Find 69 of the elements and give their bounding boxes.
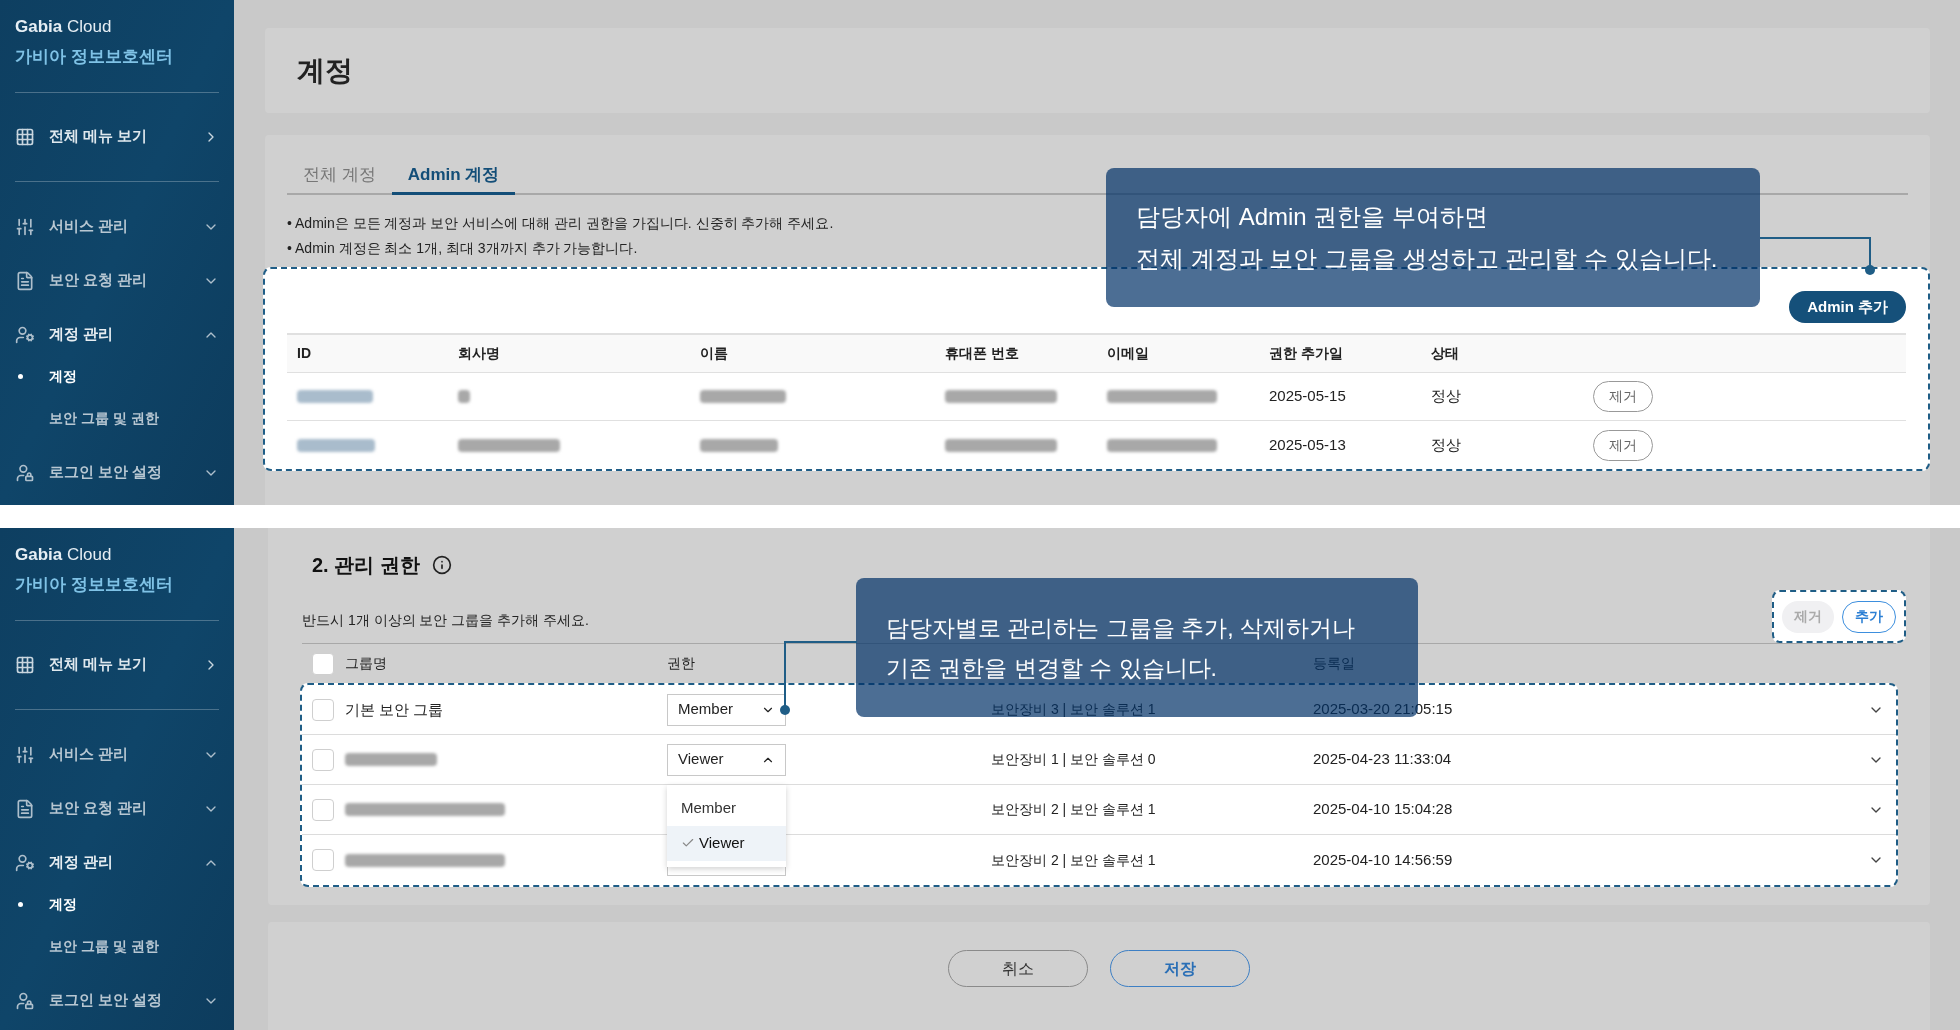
add-button[interactable]: 추가 — [1842, 600, 1896, 633]
callout-text: 담당자에 Admin 권한을 부여하면 — [1136, 201, 1489, 232]
role-select[interactable]: Member — [667, 693, 786, 726]
callout-text: 전체 계정과 보안 그룹을 생성하고 관리할 수 있습니다. — [1136, 243, 1718, 274]
column-header: 상태 — [1430, 344, 1460, 363]
sidebar-submenu-item[interactable]: 보안 그룹 및 권한 — [15, 397, 219, 440]
column-header: 회사명 — [457, 344, 501, 363]
table-cell-text: 2025-04-10 14:56:59 — [1313, 849, 1453, 870]
table-cell-text: 2025-05-13 — [1268, 434, 1347, 455]
role-select[interactable]: Viewer — [667, 743, 786, 776]
sliders-icon — [15, 744, 35, 765]
sliders-icon — [15, 216, 35, 237]
table-cell-text: 2025-04-23 11:33:04 — [1313, 749, 1452, 770]
table-cell-text: 보안장비 3 | 보안 솔루션 1 — [991, 700, 1156, 719]
checkbox[interactable] — [312, 849, 334, 871]
sidebar-menu-item[interactable]: 로그인 보안 설정 — [15, 445, 219, 500]
dropdown-option[interactable]: Viewer — [667, 825, 786, 861]
callout-text: 담당자별로 관리하는 그룹을 추가, 삭제하거나 — [886, 613, 1355, 643]
column-header: 그룹명 — [345, 654, 387, 673]
hint-text: 반드시 1개 이상의 보안 그룹을 추가해 주세요. — [302, 611, 589, 630]
sidebar-menu-item[interactable]: 서비스 관리 — [15, 727, 219, 782]
user-gear-icon — [15, 852, 35, 873]
table-cell-text: 보안장비 2 | 보안 솔루션 1 — [991, 800, 1156, 819]
user-gear-icon — [15, 324, 35, 345]
user-lock-icon — [15, 462, 35, 483]
document-icon — [15, 798, 35, 819]
info-icon[interactable] — [431, 555, 452, 575]
column-header: 휴대폰 번호 — [944, 344, 1020, 363]
brand-logo: Gabia Cloud — [15, 16, 112, 38]
column-header: 이메일 — [1106, 344, 1150, 363]
callout-text: 기존 권한을 변경할 수 있습니다. — [886, 653, 1217, 683]
checkbox[interactable] — [312, 698, 334, 721]
checkbox[interactable] — [312, 798, 334, 821]
checkbox[interactable] — [312, 748, 334, 771]
admin-add-button[interactable]: Admin 추가 — [1789, 291, 1906, 323]
document-icon — [15, 270, 35, 291]
table-cell-text: 보안장비 1 | 보안 솔루션 0 — [991, 750, 1156, 769]
sidebar-menu-item[interactable]: 로그인 보안 설정 — [15, 973, 219, 1028]
table-cell-text: 정상 — [1430, 386, 1462, 407]
sidebar-menu-item[interactable]: 보안 요청 관리 — [15, 781, 219, 836]
site-title: 가비아 정보보호센터 — [15, 46, 173, 68]
column-header: 권한 추가일 — [1268, 344, 1344, 363]
table-cell-text: 2025-04-10 15:04:28 — [1313, 799, 1453, 820]
table-cell-text: 보안장비 2 | 보안 솔루션 1 — [991, 850, 1156, 870]
column-header: 이름 — [699, 344, 729, 363]
dropdown-option[interactable]: Member — [667, 790, 786, 826]
table-cell-text: 2025-05-15 — [1268, 386, 1347, 407]
note-text: • Admin 계정은 최소 1개, 최대 3개까지 추가 가능합니다. — [287, 239, 638, 258]
page-title: 계정 — [297, 53, 353, 88]
table-cell: 기본 보안 그룹 — [345, 700, 444, 718]
grid-icon — [15, 654, 35, 675]
table-cell-text: 정상 — [1430, 434, 1462, 455]
checkbox[interactable] — [312, 652, 334, 675]
section-title: 2. 관리 권한 — [312, 553, 420, 578]
column-header: 권한 — [667, 654, 695, 673]
sidebar-menu-item[interactable]: 보안 요청 관리 — [15, 253, 219, 308]
all-menu-link[interactable]: 전체 메뉴 보기 — [15, 620, 219, 709]
site-title: 가비아 정보보호센터 — [15, 574, 173, 596]
brand-logo: Gabia Cloud — [15, 544, 112, 566]
grid-icon — [15, 126, 35, 147]
user-lock-icon — [15, 990, 35, 1011]
sidebar-menu-item[interactable]: 서비스 관리 — [15, 199, 219, 254]
column-header: ID — [296, 344, 312, 363]
check-icon — [681, 836, 695, 850]
all-menu-link[interactable]: 전체 메뉴 보기 — [15, 92, 219, 181]
tab[interactable]: Admin 계정 — [391, 157, 516, 195]
sidebar-submenu-item[interactable]: 보안 그룹 및 권한 — [15, 925, 219, 968]
note-text: • Admin은 모든 계정과 보안 서비스에 대해 관리 권한을 가집니다. 신중히 추가해 주세요. — [287, 214, 834, 233]
redacted-text — [458, 390, 470, 403]
